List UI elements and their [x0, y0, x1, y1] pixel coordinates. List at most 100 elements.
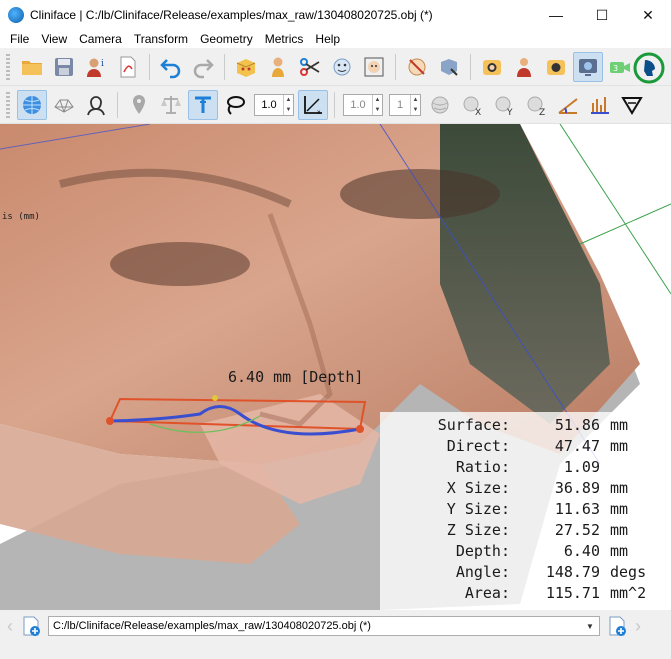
stepper-arrows[interactable]: ▲ ▼	[372, 94, 382, 115]
axes-icon: x	[304, 95, 322, 116]
monitor-camera-icon	[579, 58, 597, 76]
menu-file[interactable]: File	[4, 32, 35, 46]
mirror-z-button[interactable]: Z	[521, 90, 551, 120]
toolbar-separator	[224, 53, 225, 80]
metric-unit: mm	[610, 436, 629, 455]
menu-metrics[interactable]: Metrics	[259, 32, 310, 46]
undo-button[interactable]	[156, 52, 186, 82]
crop-button[interactable]	[295, 52, 325, 82]
camera-icon	[547, 59, 565, 75]
select-cube-button[interactable]	[434, 52, 464, 82]
metric-row: X Size: 36.89 mm	[380, 477, 671, 498]
camera-snapshot-button[interactable]	[477, 52, 507, 82]
metric-label: Z Size:	[446, 520, 510, 539]
wireframe-icon	[54, 99, 74, 113]
toolbar-grip[interactable]	[6, 53, 10, 80]
mirror-y-button[interactable]: Y	[489, 90, 519, 120]
spin-b-stepper[interactable]: 1 ▲ ▼	[389, 93, 421, 116]
menu-view[interactable]: View	[35, 32, 73, 46]
minimize-button[interactable]: —	[533, 0, 579, 30]
menu-transform[interactable]: Transform	[128, 32, 194, 46]
redo-button[interactable]	[188, 52, 218, 82]
landmarks-button[interactable]	[231, 52, 261, 82]
metric-value: 47.47	[554, 436, 600, 455]
add-file-icon[interactable]	[606, 615, 628, 637]
svg-text:Z: Z	[539, 108, 545, 117]
next-arrow-icon[interactable]: ›	[628, 616, 648, 637]
landmark-pin-button[interactable]	[124, 90, 154, 120]
close-button[interactable]: ✕	[625, 0, 671, 30]
face-align-button[interactable]	[359, 52, 389, 82]
person-camera-icon	[517, 57, 531, 77]
undo-icon	[160, 58, 181, 78]
pdf-icon	[120, 56, 136, 77]
brain-view-button[interactable]	[425, 90, 455, 120]
menu-geometry[interactable]: Geometry	[194, 32, 259, 46]
stepper-arrows[interactable]: ▲ ▼	[283, 94, 293, 115]
mirror-x-button[interactable]: X	[457, 90, 487, 120]
chevron-down-icon[interactable]: ▼	[581, 622, 599, 631]
angle-measure-button[interactable]	[553, 90, 583, 120]
metric-row: Direct: 47.47 mm	[380, 435, 671, 456]
metric-value: 27.52	[554, 520, 600, 539]
outline-view-button[interactable]	[81, 90, 111, 120]
face-camera-button[interactable]	[509, 52, 539, 82]
title-bar: Cliniface | C:/lb/Cliniface/Release/exam…	[0, 0, 671, 30]
wireframe-view-button[interactable]	[49, 90, 79, 120]
export-pdf-button[interactable]	[113, 52, 143, 82]
metric-unit: mm	[610, 499, 629, 518]
metric-value: 1.09	[563, 457, 600, 476]
metric-unit: mm	[610, 541, 629, 560]
spin-a-value[interactable]: 1.0	[344, 99, 372, 111]
asymmetry-button[interactable]	[156, 90, 186, 120]
metric-value: 6.40	[563, 541, 600, 560]
axes-toggle-button[interactable]: x	[298, 89, 328, 120]
person-icon	[272, 57, 284, 77]
metric-unit: mm^2	[610, 583, 647, 602]
person-info-icon: i	[87, 58, 104, 77]
camera-face-icon	[483, 59, 501, 75]
3d-viewport[interactable]: is (mm) 6.40 mm [Depth] Surface: 51.86 mm …	[0, 124, 671, 610]
orient-down-button[interactable]	[617, 90, 647, 120]
mesh-no-icon	[408, 58, 426, 75]
record-button[interactable]	[541, 52, 571, 82]
angle-icon	[558, 97, 578, 114]
metrics-panel: Surface: 51.86 mm Direct: 47.47 mm Ratio: 1.0…	[380, 412, 671, 610]
face-detect-button[interactable]	[327, 52, 357, 82]
cliniface-app-icon	[8, 7, 24, 23]
lasso-button[interactable]	[220, 90, 250, 120]
open-file-button[interactable]	[17, 52, 47, 82]
line-width-value[interactable]: 1.0	[255, 99, 283, 111]
video-camera-icon: 3	[610, 61, 630, 73]
video-3d-button[interactable]: 3	[605, 52, 635, 82]
file-selector-bar: ‹ C:/lb/Cliniface/Release/examples/max_r…	[0, 610, 671, 642]
mirror-y-icon: Y	[495, 96, 513, 117]
previous-arrow-icon[interactable]: ‹	[0, 616, 20, 637]
menu-camera[interactable]: Camera	[73, 32, 128, 46]
textured-view-button[interactable]	[17, 89, 47, 120]
person-button[interactable]	[263, 52, 293, 82]
histogram-button[interactable]	[585, 90, 615, 120]
spin-b-value[interactable]: 1	[390, 99, 410, 111]
metric-row: Surface: 51.86 mm	[380, 414, 671, 435]
line-width-stepper[interactable]: 1.0 ▲ ▼	[254, 93, 294, 116]
toolbar-grip[interactable]	[6, 91, 10, 118]
file-info-button[interactable]: i	[81, 52, 111, 82]
face-frame-icon	[364, 57, 384, 76]
stepper-arrows[interactable]: ▲ ▼	[410, 94, 420, 115]
menu-help[interactable]: Help	[309, 32, 346, 46]
spin-a-stepper[interactable]: 1.0 ▲ ▼	[343, 93, 383, 116]
map-pin-icon	[133, 94, 145, 114]
save-file-button[interactable]	[49, 52, 79, 82]
screenshot-button[interactable]	[573, 51, 603, 82]
loaded-file-dropdown[interactable]: C:/lb/Cliniface/Release/examples/max_raw…	[48, 616, 600, 636]
load-file-icon[interactable]	[20, 615, 42, 637]
svg-text:3: 3	[613, 64, 618, 73]
axis-label: is (mm)	[2, 212, 40, 222]
mesh-clean-button[interactable]	[402, 52, 432, 82]
mirror-x-icon: X	[463, 96, 481, 117]
maximize-button[interactable]: ☐	[579, 0, 625, 30]
metric-unit: degs	[610, 562, 647, 581]
lasso-icon	[227, 95, 245, 115]
measure-depth-button[interactable]	[188, 89, 218, 120]
